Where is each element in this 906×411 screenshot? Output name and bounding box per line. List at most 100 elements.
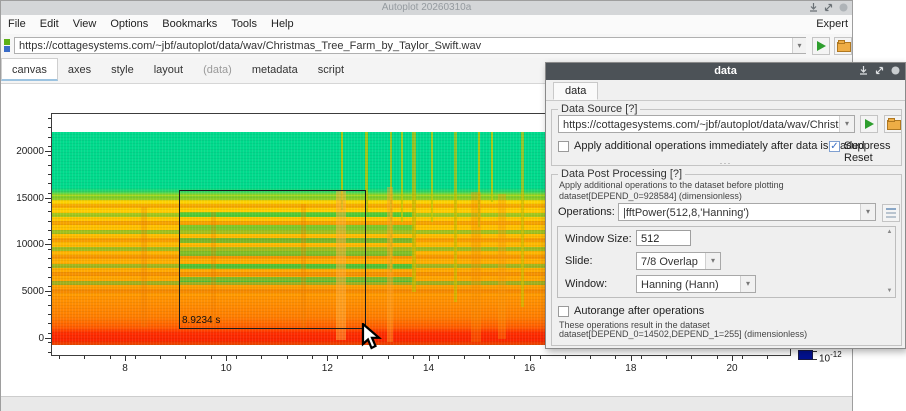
tab-script[interactable]: script: [308, 59, 354, 80]
dialog-resize-icon[interactable]: [875, 66, 884, 75]
axis-tick: [362, 356, 363, 359]
axis-tick: [631, 356, 632, 361]
tab-layout[interactable]: layout: [144, 59, 193, 80]
folder-icon: [837, 42, 851, 52]
axis-tick: [48, 183, 51, 184]
axis-tick: [48, 174, 51, 175]
autorange-checkbox[interactable]: [558, 306, 569, 317]
splitter-handle[interactable]: ···: [546, 158, 905, 168]
axis-tick: [48, 286, 51, 287]
axis-tick: 20: [726, 363, 737, 374]
axis-tick: [45, 198, 51, 199]
main-title-bar: Autoplot 20260310a: [1, 1, 852, 15]
colorbar-tick-label: 10-12: [819, 350, 842, 364]
browse-file-button[interactable]: [834, 37, 852, 55]
post-processing-hint: Apply additional operations to the datas…: [559, 180, 784, 190]
dialog-dock-icon[interactable]: [859, 66, 868, 75]
axis-tick: [590, 356, 591, 359]
window-function-select[interactable]: Hanning (Hann)▾: [636, 275, 756, 293]
chevron-down-icon[interactable]: ▾: [740, 276, 755, 292]
dialog-tab-data[interactable]: data: [553, 82, 598, 100]
operations-label: Operations:: [558, 206, 615, 218]
chevron-down-icon[interactable]: ▾: [705, 253, 720, 269]
axis-tick: [388, 356, 389, 359]
tab-data[interactable]: (data): [193, 59, 242, 80]
axis-tick: [160, 356, 161, 359]
slide-select[interactable]: 7/8 Overlap▾: [636, 252, 721, 270]
time-selection-box[interactable]: 8.9234 s: [179, 190, 366, 329]
axis-tick: [48, 267, 51, 268]
dialog-browse-button[interactable]: [884, 115, 902, 133]
url-input[interactable]: https://cottagesystems.com/~jbf/autoplot…: [14, 37, 806, 54]
go-button[interactable]: [812, 37, 830, 55]
axis-tick: [45, 291, 51, 292]
suppress-reset-checkbox[interactable]: ✓: [829, 141, 840, 152]
axis-tick: [732, 356, 733, 361]
data-source-legend: Data Source [?]: [558, 103, 640, 115]
url-dropdown-icon[interactable]: ▾: [792, 38, 806, 53]
dialog-url-combo[interactable]: https://cottagesystems.com/~jbf/autoplot…: [558, 115, 855, 133]
axis-tick: [615, 356, 616, 359]
scroll-down-icon[interactable]: ▼: [885, 287, 894, 296]
play-icon: [817, 41, 826, 51]
main-window-title: Autoplot 20260310a: [382, 2, 472, 13]
axis-tick: 18: [625, 363, 636, 374]
window-size-input[interactable]: 512: [636, 230, 691, 246]
dialog-title-bar[interactable]: data: [546, 63, 905, 80]
axis-tick: 12: [322, 363, 333, 374]
resize-icon[interactable]: [824, 3, 833, 12]
scroll-up-icon[interactable]: ▲: [885, 228, 894, 237]
tab-axes[interactable]: axes: [58, 59, 101, 80]
address-type-icon: [4, 39, 11, 53]
menu-options[interactable]: Options: [103, 15, 155, 34]
post-processing-legend: Data Post Processing [?]: [558, 168, 685, 180]
dialog-menu-icon[interactable]: [891, 66, 900, 75]
dialog-play-icon: [865, 119, 874, 129]
axis-tick: [45, 244, 51, 245]
operations-editor-icon[interactable]: [882, 204, 900, 222]
menu-tools[interactable]: Tools: [224, 15, 264, 34]
menu-view[interactable]: View: [66, 15, 104, 34]
axis-tick: [48, 305, 51, 306]
apply-operations-checkbox[interactable]: [558, 141, 569, 152]
dock-icon[interactable]: [809, 3, 818, 12]
tab-canvas[interactable]: canvas: [1, 58, 58, 81]
apply-operations-label: Apply additional operations immediately …: [574, 140, 864, 152]
axis-tick: [717, 356, 718, 359]
axis-tick: [413, 356, 414, 359]
axis-tick: 8: [122, 363, 128, 374]
axis-tick: [48, 193, 51, 194]
chevron-down-icon[interactable]: ▾: [860, 204, 875, 220]
axis-tick: [110, 356, 111, 359]
axis-tick: [45, 338, 51, 339]
chevron-down-icon[interactable]: ▾: [839, 116, 854, 132]
axis-tick: [125, 356, 126, 361]
axis-tick: [48, 333, 51, 334]
mouse-cursor: [361, 323, 385, 351]
axis-tick: [48, 221, 51, 222]
axis-tick: [185, 356, 186, 359]
menu-file[interactable]: File: [1, 15, 33, 34]
tab-style[interactable]: style: [101, 59, 144, 80]
dialog-go-button[interactable]: [860, 115, 878, 133]
menu-help[interactable]: Help: [264, 15, 301, 34]
menu-edit[interactable]: Edit: [33, 15, 66, 34]
axis-tick: [261, 356, 262, 359]
window-menu-icon[interactable]: [839, 3, 848, 12]
axis-tick: [48, 155, 51, 156]
tab-metadata[interactable]: metadata: [242, 59, 308, 80]
axis-tick: [48, 118, 51, 119]
menu-bookmarks[interactable]: Bookmarks: [155, 15, 224, 34]
axis-tick: [312, 356, 313, 359]
expert-mode-label[interactable]: Expert: [816, 15, 848, 34]
axis-tick: 10000: [1, 239, 44, 250]
axis-tick: 16: [524, 363, 535, 374]
axis-tick: [45, 151, 51, 152]
axis-tick: 5000: [1, 286, 44, 297]
axis-tick: [135, 356, 136, 359]
operations-combo[interactable]: |fftPower(512,8,'Hanning')▾: [618, 203, 876, 221]
axis-tick: [48, 202, 51, 203]
axis-tick: 10: [221, 363, 232, 374]
axis-tick: [84, 356, 85, 359]
axis-tick: [48, 323, 51, 324]
